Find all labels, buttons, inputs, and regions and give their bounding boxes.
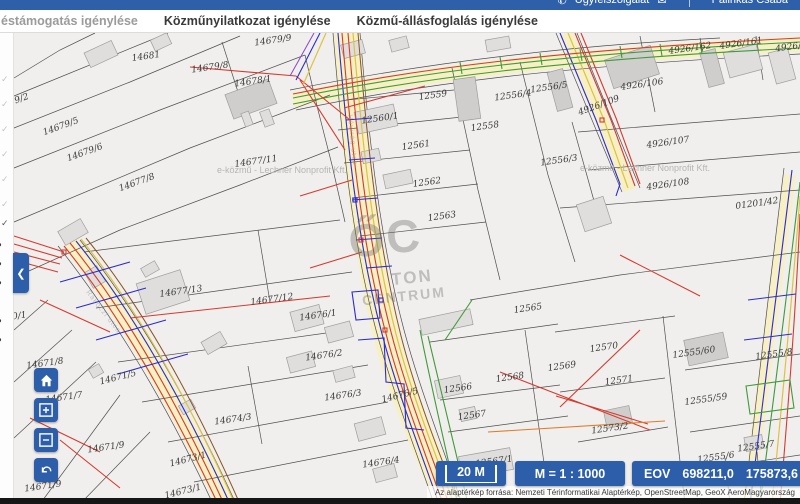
panel-collapse-button[interactable]: ❮ bbox=[13, 253, 29, 293]
tab-kozmu-allasfoglalas[interactable]: Közmű-állásfoglalás igénylése bbox=[357, 14, 538, 28]
layer-item-icon[interactable]: ● bbox=[0, 336, 2, 344]
tab-kozmunyilatkozat[interactable]: Közműnyilatkozat igénylése bbox=[164, 14, 331, 28]
scale-ratio-badge[interactable]: M = 1 : 1000 bbox=[515, 461, 625, 486]
tab-bar: éstámogatás igénylése Közműnyilatkozat i… bbox=[0, 10, 800, 33]
chevron-left-icon: ❮ bbox=[16, 267, 25, 280]
layer-check-icon[interactable]: ✓ bbox=[1, 150, 9, 159]
home-icon bbox=[40, 374, 53, 387]
header-divider bbox=[689, 0, 690, 7]
scale-bar: 20 M bbox=[436, 461, 506, 486]
phone-icon[interactable]: ✆ bbox=[558, 0, 567, 7]
mail-icon[interactable]: ✉ bbox=[657, 0, 666, 7]
bottom-black-strip bbox=[0, 498, 800, 504]
app-window: 1468114679/814678/114679/914679/214679/5… bbox=[0, 0, 800, 504]
layer-check-icon[interactable]: ✓ bbox=[1, 219, 9, 228]
eov-label: EOV bbox=[644, 467, 670, 481]
map-drawing bbox=[0, 0, 800, 504]
service-link[interactable]: Ügyfélszolgálat bbox=[575, 0, 650, 6]
undo-button[interactable] bbox=[34, 458, 58, 482]
layer-item-icon[interactable]: ● bbox=[0, 279, 2, 287]
layer-item-icon[interactable]: ● bbox=[0, 260, 2, 268]
zoom-in-button[interactable] bbox=[34, 398, 58, 422]
zoom-in-icon bbox=[39, 403, 53, 417]
undo-icon bbox=[39, 463, 53, 477]
home-button[interactable] bbox=[34, 368, 58, 392]
eov-y-value: 175873,6 bbox=[746, 467, 798, 481]
layer-check-icon[interactable]: ✓ bbox=[1, 100, 9, 109]
user-name[interactable]: Pálinkás Csaba bbox=[712, 0, 788, 6]
eov-coordinates-badge[interactable]: EOV 698211,0 175873,6 bbox=[632, 461, 800, 486]
tab-tervezestamogatas[interactable]: éstámogatás igénylése bbox=[1, 14, 138, 28]
scale-bar-label: 20 M bbox=[445, 465, 497, 483]
scale-ratio-label: M = 1 : 1000 bbox=[535, 467, 606, 481]
layer-item-icon[interactable]: ● bbox=[0, 317, 2, 325]
layer-check-icon[interactable]: ✓ bbox=[1, 200, 9, 209]
layer-check-icon[interactable]: ✓ bbox=[1, 75, 9, 84]
layer-check-icon[interactable]: ✓ bbox=[1, 125, 9, 134]
layer-check-icon[interactable]: ✓ bbox=[1, 175, 9, 184]
layer-item-icon[interactable]: ● bbox=[0, 241, 2, 249]
eov-x-value: 698211,0 bbox=[682, 467, 733, 481]
zoom-out-icon bbox=[39, 433, 53, 447]
layer-panel-edge: ✓ ✓ ✓ ✓ ✓ ✓ ✓ ● ● ● ● ● bbox=[0, 33, 14, 504]
map-canvas[interactable]: 1468114679/814678/114679/914679/214679/5… bbox=[0, 0, 800, 504]
zoom-out-button[interactable] bbox=[34, 428, 58, 452]
top-header-bar: ✆ Ügyfélszolgálat ✉ Pálinkás Csaba bbox=[0, 0, 800, 10]
